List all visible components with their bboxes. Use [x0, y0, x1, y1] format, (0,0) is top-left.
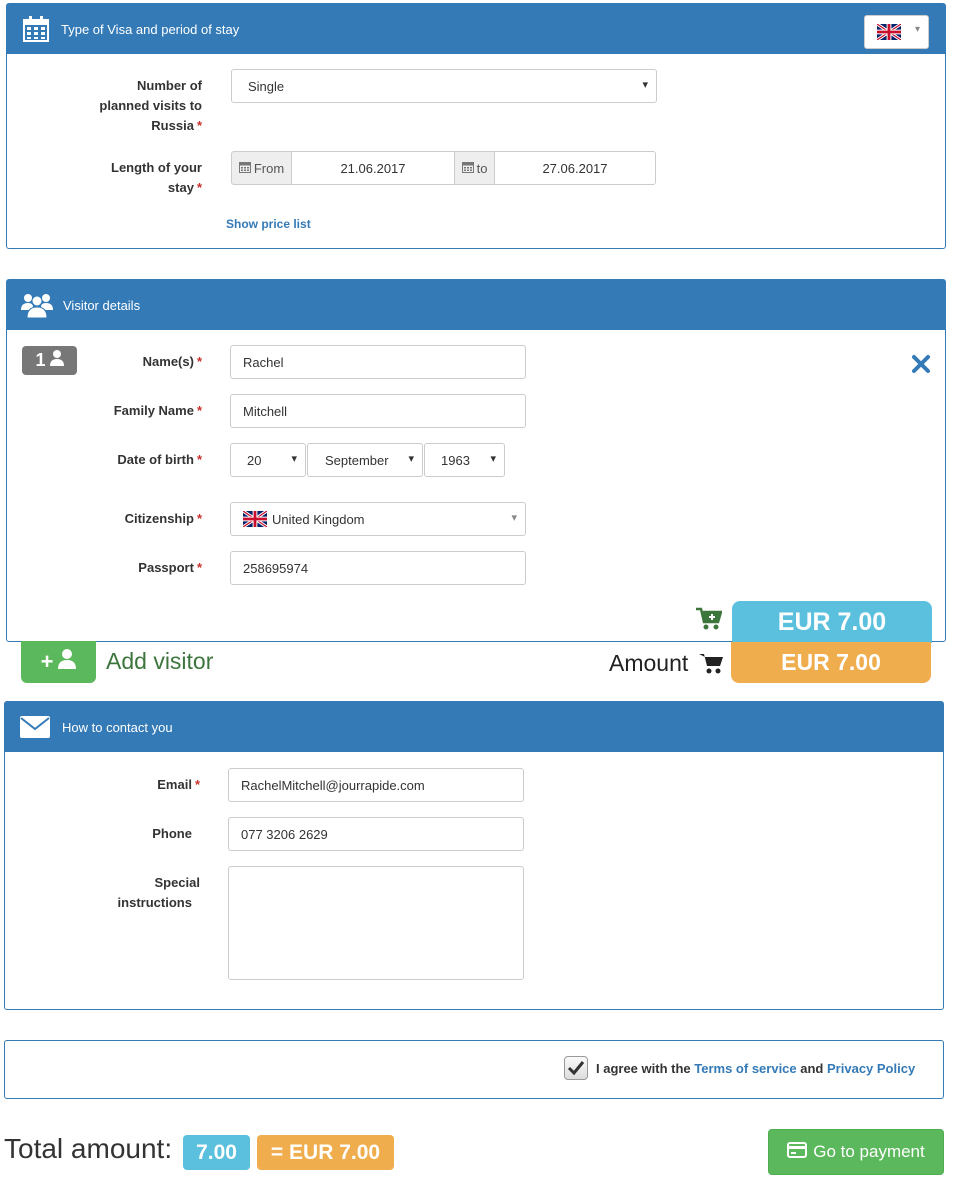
passport-input[interactable]: 258695974	[230, 551, 526, 585]
agreement-text: I agree with the Terms of service and Pr…	[596, 1061, 916, 1076]
visitor-price-badge: EUR 7.00	[732, 601, 932, 643]
family-name-label: Family Name *	[113, 403, 202, 418]
visits-select[interactable]: Single	[231, 69, 657, 103]
stay-label: Length of your stay *	[111, 160, 202, 195]
to-addon: to	[454, 151, 495, 185]
envelope-icon	[20, 714, 50, 740]
uk-flag-icon	[877, 24, 901, 40]
visa-panel: Type of Visa and period of stay ▾ Number…	[6, 3, 946, 249]
passport-label: Passport *	[138, 560, 202, 575]
contact-panel: How to contact you Email * RachelMitchell…	[4, 701, 944, 1010]
calendar-small-icon	[238, 161, 251, 176]
dob-label: Date of birth *	[117, 452, 202, 467]
show-price-list-link[interactable]: Show price list	[226, 217, 311, 231]
email-label: Email *	[157, 777, 200, 792]
name-label: Name(s) *	[142, 354, 202, 369]
privacy-link[interactable]: Privacy Policy	[827, 1061, 915, 1076]
terms-link[interactable]: Terms of service	[694, 1061, 796, 1076]
calendar-icon	[23, 16, 49, 42]
uk-flag-icon	[243, 511, 267, 527]
go-to-payment-button[interactable]: Go to payment	[768, 1129, 944, 1175]
contact-panel-header: How to contact you	[5, 702, 943, 752]
visa-panel-header: Type of Visa and period of stay ▾	[7, 4, 945, 54]
plus-icon: +	[40, 649, 54, 674]
visitor-panel: Visitor details 1 Name(s) * Rachel Family…	[6, 279, 946, 643]
special-instructions-label: Special instructions*	[117, 875, 200, 910]
user-icon	[58, 649, 77, 675]
credit-card-icon	[787, 1141, 808, 1163]
add-visitor-button[interactable]: +	[21, 641, 96, 683]
dob-day-select[interactable]: 20	[230, 443, 306, 477]
agree-checkbox[interactable]	[564, 1056, 588, 1080]
agreement-panel: I agree with the Terms of service and Pr…	[4, 1040, 944, 1099]
dob-month-select[interactable]: September	[307, 443, 423, 477]
contact-panel-title: How to contact you	[62, 719, 173, 735]
to-date-input[interactable]: 27.06.2017	[494, 151, 656, 185]
from-addon: From	[231, 151, 292, 185]
visitor-number-badge: 1	[22, 346, 77, 375]
total-value-badge: 7.00	[183, 1135, 250, 1170]
chevron-down-icon: ▾	[914, 24, 920, 35]
phone-label: Phone*	[152, 826, 192, 841]
remove-visitor-icon[interactable]	[911, 354, 931, 374]
name-input[interactable]: Rachel	[230, 345, 526, 379]
visitor-panel-header: Visitor details	[7, 280, 945, 330]
special-instructions-textarea[interactable]	[228, 866, 524, 980]
cart-icon	[699, 652, 723, 677]
amount-badge: EUR 7.00	[731, 642, 931, 683]
visits-label: Number of planned visits to Russia *	[99, 78, 202, 133]
add-visitor-label[interactable]: Add visitor	[106, 648, 213, 675]
dob-year-select[interactable]: 1963	[424, 443, 505, 477]
email-input[interactable]: RachelMitchell@jourrapide.com	[228, 768, 524, 802]
visitor-panel-title: Visitor details	[63, 297, 141, 313]
from-date-input[interactable]: 21.06.2017	[291, 151, 455, 185]
phone-input[interactable]: 077 3206 2629	[228, 817, 524, 851]
users-icon	[21, 292, 53, 318]
total-eur-badge: = EUR 7.00	[257, 1135, 394, 1170]
cart-plus-icon	[696, 607, 723, 634]
citizenship-label: Citizenship *	[124, 511, 202, 526]
user-icon	[49, 350, 64, 371]
visa-panel-title: Type of Visa and period of stay	[61, 21, 240, 37]
calendar-small-icon	[461, 161, 474, 176]
language-select[interactable]: ▾	[864, 15, 929, 49]
total-amount-label: Total amount:	[4, 1133, 173, 1164]
checkmark-icon	[567, 1061, 585, 1076]
citizenship-select[interactable]: United Kingdom	[230, 502, 526, 536]
amount-label: Amount	[609, 650, 689, 676]
family-name-input[interactable]: Mitchell	[230, 394, 526, 428]
